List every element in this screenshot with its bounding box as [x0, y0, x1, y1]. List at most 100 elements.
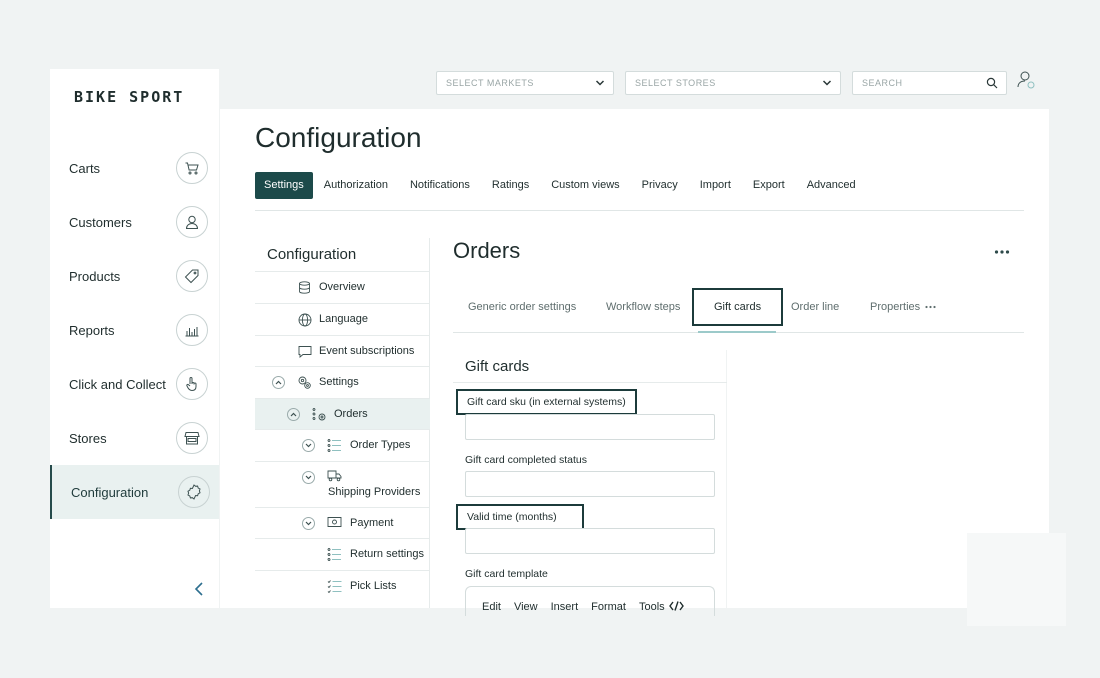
globe-icon	[298, 313, 312, 327]
subtab-gift-cards[interactable]: Gift cards	[692, 288, 784, 326]
collapse-sidebar-button[interactable]	[191, 580, 207, 598]
sidebar-item-stores[interactable]: Stores	[50, 411, 219, 465]
gear-icon	[178, 476, 210, 508]
panel-title: Gift cards	[465, 358, 530, 375]
tab-authorization[interactable]: Authorization	[313, 172, 399, 199]
search-input[interactable]: SEARCH	[852, 71, 1007, 95]
sidebar-item-label: Stores	[69, 430, 107, 446]
config-tree: Configuration Overview Language Event su…	[255, 238, 430, 608]
subtab-order-line[interactable]: Order line	[791, 288, 839, 326]
section-title: Orders	[453, 238, 521, 263]
tree-item-order-types[interactable]: Order Types	[255, 429, 430, 461]
chevron-down-icon	[822, 80, 832, 86]
subtab-properties-label: Properties	[870, 301, 921, 313]
tree-item-overview[interactable]: Overview	[255, 271, 430, 303]
order-list-gear-icon	[312, 408, 326, 421]
chevron-left-icon	[194, 582, 203, 596]
gift-card-completed-status-input[interactable]	[465, 471, 715, 497]
user-account-icon	[1017, 71, 1035, 89]
valid-time-label: Valid time (months)	[456, 504, 584, 530]
tree-item-payment[interactable]: Payment	[255, 507, 430, 538]
editor-menu-edit[interactable]: Edit	[482, 601, 501, 613]
more-options-button[interactable]	[994, 242, 1010, 260]
sidebar: BIKE SPORT Carts Customers Products Repo…	[50, 69, 219, 608]
gift-card-sku-input[interactable]	[465, 414, 715, 440]
tree-item-label: Overview	[319, 281, 365, 293]
expand-toggle[interactable]	[302, 517, 315, 530]
overlay-panel	[967, 533, 1066, 626]
tab-privacy[interactable]: Privacy	[631, 172, 689, 199]
gift-card-sku-label: Gift card sku (in external systems)	[456, 389, 637, 415]
select-stores-dropdown[interactable]: SELECT STORES	[625, 71, 841, 95]
tree-item-label: Return settings	[350, 548, 424, 560]
tree-item-label: Orders	[334, 408, 368, 420]
tree-item-pick-lists[interactable]: Pick Lists	[255, 570, 430, 602]
tab-import[interactable]: Import	[689, 172, 742, 199]
sidebar-item-products[interactable]: Products	[50, 249, 219, 303]
tab-settings[interactable]: Settings	[255, 172, 313, 199]
chart-icon	[176, 314, 208, 346]
expand-toggle[interactable]	[302, 471, 315, 484]
subtab-generic-order-settings[interactable]: Generic order settings	[468, 288, 576, 326]
gift-card-template-label: Gift card template	[465, 568, 548, 580]
tree-item-label: Settings	[319, 376, 359, 388]
sidebar-item-reports[interactable]: Reports	[50, 303, 219, 357]
sidebar-item-click-and-collect[interactable]: Click and Collect	[50, 357, 219, 411]
valid-time-input[interactable]	[465, 528, 715, 554]
chevron-up-icon	[290, 412, 297, 417]
hand-pointer-icon	[176, 368, 208, 400]
tree-title: Configuration	[267, 246, 357, 263]
tab-export[interactable]: Export	[742, 172, 796, 199]
sidebar-item-configuration[interactable]: Configuration	[50, 465, 219, 519]
gift-cards-panel: Gift cards Gift card sku (in external sy…	[453, 350, 727, 616]
tree-item-return-settings[interactable]: Return settings	[255, 538, 430, 570]
sidebar-item-label: Click and Collect	[69, 376, 166, 392]
chat-bubble-icon	[298, 346, 312, 358]
config-tabs: Settings Authorization Notifications Rat…	[255, 172, 867, 199]
tab-custom-views[interactable]: Custom views	[540, 172, 630, 199]
sidebar-item-carts[interactable]: Carts	[50, 141, 219, 195]
expand-toggle[interactable]	[302, 439, 315, 452]
database-icon	[299, 281, 310, 294]
account-button[interactable]	[1016, 70, 1038, 92]
select-markets-label: SELECT MARKETS	[446, 78, 534, 88]
chevron-down-icon	[305, 443, 312, 448]
tree-item-shipping-providers[interactable]: Shipping Providers	[255, 461, 430, 507]
collapse-toggle[interactable]	[272, 376, 285, 389]
tab-ratings[interactable]: Ratings	[481, 172, 540, 199]
tab-advanced[interactable]: Advanced	[796, 172, 867, 199]
tab-notifications[interactable]: Notifications	[399, 172, 481, 199]
template-editor-menubar: Edit View Insert Format Tools	[465, 586, 715, 616]
tree-item-label: Language	[319, 313, 368, 325]
more-dots-icon	[994, 250, 1010, 254]
editor-menu-tools[interactable]: Tools	[639, 601, 665, 613]
sidebar-item-label: Carts	[69, 160, 101, 176]
subtab-properties[interactable]: Properties	[870, 288, 936, 326]
banknote-icon	[327, 517, 342, 527]
editor-menu-view[interactable]: View	[514, 601, 538, 613]
gears-icon	[298, 376, 311, 389]
select-markets-dropdown[interactable]: SELECT MARKETS	[436, 71, 614, 95]
sidebar-item-label: Configuration	[71, 484, 149, 500]
chevron-up-icon	[275, 380, 282, 385]
storefront-icon	[176, 422, 208, 454]
editor-menu-insert[interactable]: Insert	[551, 601, 579, 613]
gift-card-completed-status-label: Gift card completed status	[465, 454, 587, 466]
user-icon	[176, 206, 208, 238]
tree-item-label: Payment	[350, 517, 394, 529]
editor-menu-format[interactable]: Format	[591, 601, 626, 613]
collapse-toggle[interactable]	[287, 408, 300, 421]
tree-item-event-subscriptions[interactable]: Event subscriptions	[255, 335, 430, 366]
checklist-icon	[327, 580, 342, 594]
chevron-down-icon	[305, 521, 312, 526]
sidebar-item-customers[interactable]: Customers	[50, 195, 219, 249]
tree-item-language[interactable]: Language	[255, 303, 430, 335]
tree-item-orders[interactable]: Orders	[255, 398, 430, 429]
orders-subtabs: Generic order settings Workflow steps Gi…	[453, 288, 1024, 333]
tree-item-settings[interactable]: Settings	[255, 366, 430, 398]
code-icon[interactable]	[668, 601, 684, 611]
list-icon	[327, 548, 341, 561]
subtab-workflow-steps[interactable]: Workflow steps	[606, 288, 680, 326]
more-dots-icon	[925, 305, 936, 309]
sidebar-item-label: Reports	[69, 322, 115, 338]
